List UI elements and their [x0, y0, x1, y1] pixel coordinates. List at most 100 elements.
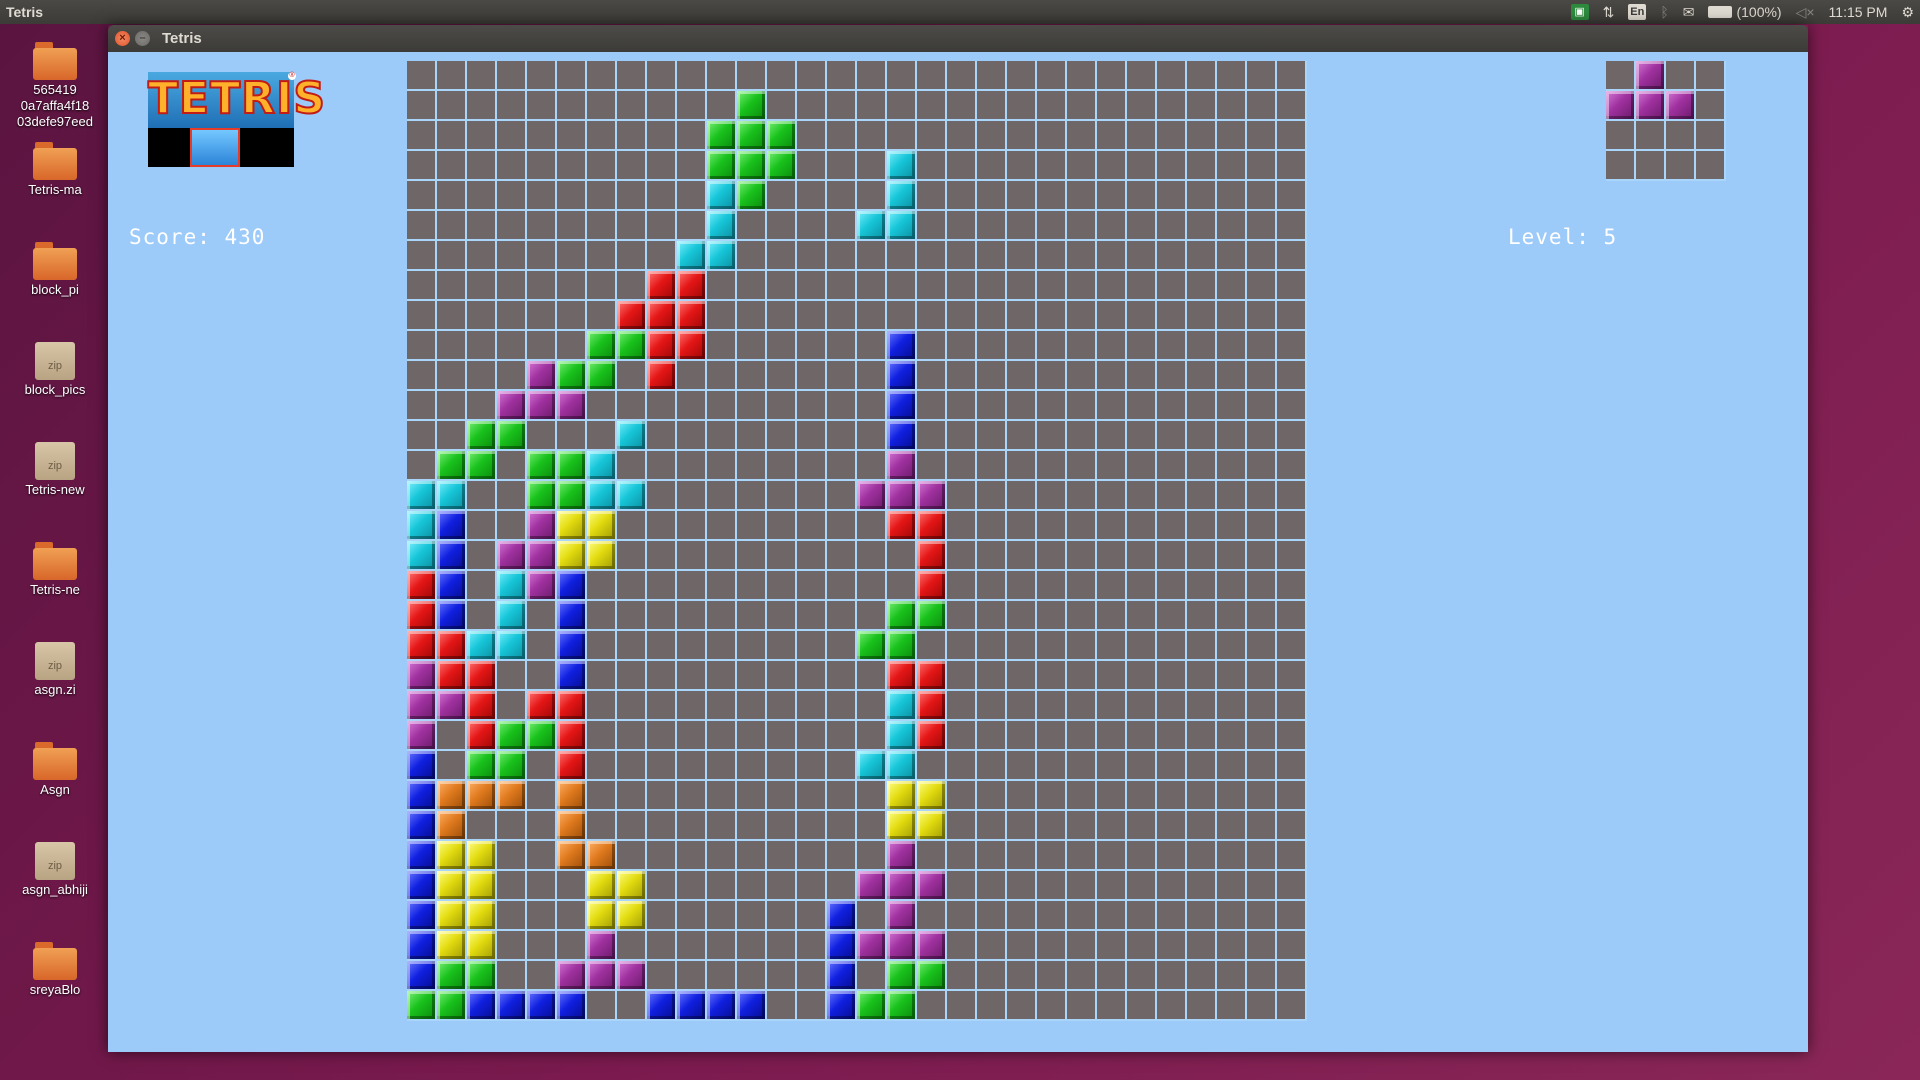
settings-gear-icon[interactable]: ⚙: [1901, 0, 1914, 24]
board-cell-empty: [887, 61, 917, 91]
board-cell-empty: [857, 361, 887, 391]
board-cell-empty: [737, 901, 767, 931]
board-cell-empty: [1157, 391, 1187, 421]
bluetooth-icon[interactable]: ᛒ: [1660, 0, 1668, 24]
board-cell-block: [587, 931, 617, 961]
board-cell-empty: [467, 571, 497, 601]
board-cell-empty: [1187, 391, 1217, 421]
board-cell-empty: [737, 391, 767, 421]
logo-text: TETRIS: [147, 73, 327, 125]
desktop-item[interactable]: sreyaBlo: [0, 940, 110, 998]
board-cell-empty: [587, 271, 617, 301]
board-cell-empty: [917, 991, 947, 1021]
desktop-item[interactable]: block_pi: [0, 240, 110, 298]
keyboard-layout-icon[interactable]: En: [1628, 4, 1647, 20]
board-cell-empty: [1277, 481, 1307, 511]
board-cell-block: [497, 571, 527, 601]
board-cell-empty: [917, 901, 947, 931]
board-cell-empty: [467, 361, 497, 391]
board-cell-empty: [677, 121, 707, 151]
desktop-item[interactable]: zip asgn_abhiji: [0, 840, 110, 898]
board-cell-empty: [587, 661, 617, 691]
board-cell-empty: [1007, 571, 1037, 601]
board-cell-empty: [557, 61, 587, 91]
board-cell-empty: [797, 331, 827, 361]
board-cell-empty: [767, 211, 797, 241]
board-cell-empty: [1007, 751, 1037, 781]
clock[interactable]: 11:15 PM: [1829, 0, 1888, 24]
board-cell-empty: [1127, 751, 1157, 781]
battery-indicator[interactable]: (100%): [1708, 0, 1782, 24]
volume-muted-icon[interactable]: ◁×: [1796, 0, 1815, 24]
board-cell-empty: [797, 421, 827, 451]
board-cell-empty: [797, 151, 827, 181]
board-cell-block: [917, 691, 947, 721]
board-cell-empty: [527, 751, 557, 781]
board-cell-empty: [647, 661, 677, 691]
desktop-item[interactable]: zip block_pics: [0, 340, 110, 398]
board-cell-empty: [707, 901, 737, 931]
board-cell-empty: [1277, 601, 1307, 631]
board-cell-empty: [857, 451, 887, 481]
board-cell-empty: [1247, 991, 1277, 1021]
board-cell-empty: [1127, 541, 1157, 571]
board-cell-empty: [1127, 631, 1157, 661]
board-cell-empty: [917, 331, 947, 361]
board-cell-empty: [617, 151, 647, 181]
desktop-item[interactable]: Asgn: [0, 740, 110, 798]
desktop-item[interactable]: 565419 0a7affa4f18 03defe97eed: [0, 40, 110, 130]
desktop-item[interactable]: zip Tetris-new: [0, 440, 110, 498]
board-cell-block: [647, 361, 677, 391]
preview-cell-block: [1666, 91, 1696, 121]
board-cell-empty: [1007, 301, 1037, 331]
board-cell-empty: [1007, 901, 1037, 931]
board-cell-empty: [527, 421, 557, 451]
preview-cell-empty: [1666, 121, 1696, 151]
app-indicator-icon[interactable]: ▣: [1570, 4, 1589, 20]
board-cell-empty: [407, 301, 437, 331]
board-cell-empty: [587, 91, 617, 121]
board-cell-block: [887, 631, 917, 661]
board-cell-empty: [647, 61, 677, 91]
game-area[interactable]: TETRIS ® Score: 430 Level: 5: [108, 52, 1808, 1052]
mail-icon[interactable]: ✉: [1683, 0, 1695, 24]
window-minimize-button[interactable]: –: [135, 31, 150, 46]
board-cell-empty: [467, 481, 497, 511]
board-cell-block: [557, 571, 587, 601]
desktop-item[interactable]: Tetris-ma: [0, 140, 110, 198]
board-cell-block: [827, 961, 857, 991]
board-cell-empty: [497, 271, 527, 301]
board-cell-empty: [737, 211, 767, 241]
window-close-button[interactable]: ×: [115, 31, 130, 46]
board-cell-empty: [767, 91, 797, 121]
board-cell-empty: [527, 241, 557, 271]
zip-badge: zip: [47, 460, 63, 472]
board-cell-empty: [797, 91, 827, 121]
zip-badge: zip: [47, 660, 63, 672]
network-arrows-icon[interactable]: ⇅: [1603, 0, 1615, 24]
board-cell-block: [527, 481, 557, 511]
board-cell-empty: [797, 121, 827, 151]
board-cell-empty: [647, 391, 677, 421]
desktop-item[interactable]: zip asgn.zi: [0, 640, 110, 698]
board-cell-empty: [1097, 331, 1127, 361]
board-cell-empty: [1277, 331, 1307, 361]
board-cell-empty: [797, 631, 827, 661]
board-cell-empty: [947, 121, 977, 151]
board-cell-block: [887, 751, 917, 781]
board-cell-empty: [707, 601, 737, 631]
game-board[interactable]: [407, 61, 1307, 1021]
window-titlebar[interactable]: × – Tetris: [108, 25, 1808, 52]
board-cell-block: [497, 991, 527, 1021]
board-cell-empty: [977, 511, 1007, 541]
board-cell-block: [407, 901, 437, 931]
desktop-item[interactable]: Tetris-ne: [0, 540, 110, 598]
board-cell-empty: [1217, 811, 1247, 841]
board-cell-empty: [497, 841, 527, 871]
board-cell-empty: [1037, 271, 1067, 301]
board-cell-empty: [647, 631, 677, 661]
board-cell-empty: [1157, 601, 1187, 631]
board-cell-empty: [737, 841, 767, 871]
board-cell-empty: [617, 91, 647, 121]
board-cell-empty: [407, 391, 437, 421]
